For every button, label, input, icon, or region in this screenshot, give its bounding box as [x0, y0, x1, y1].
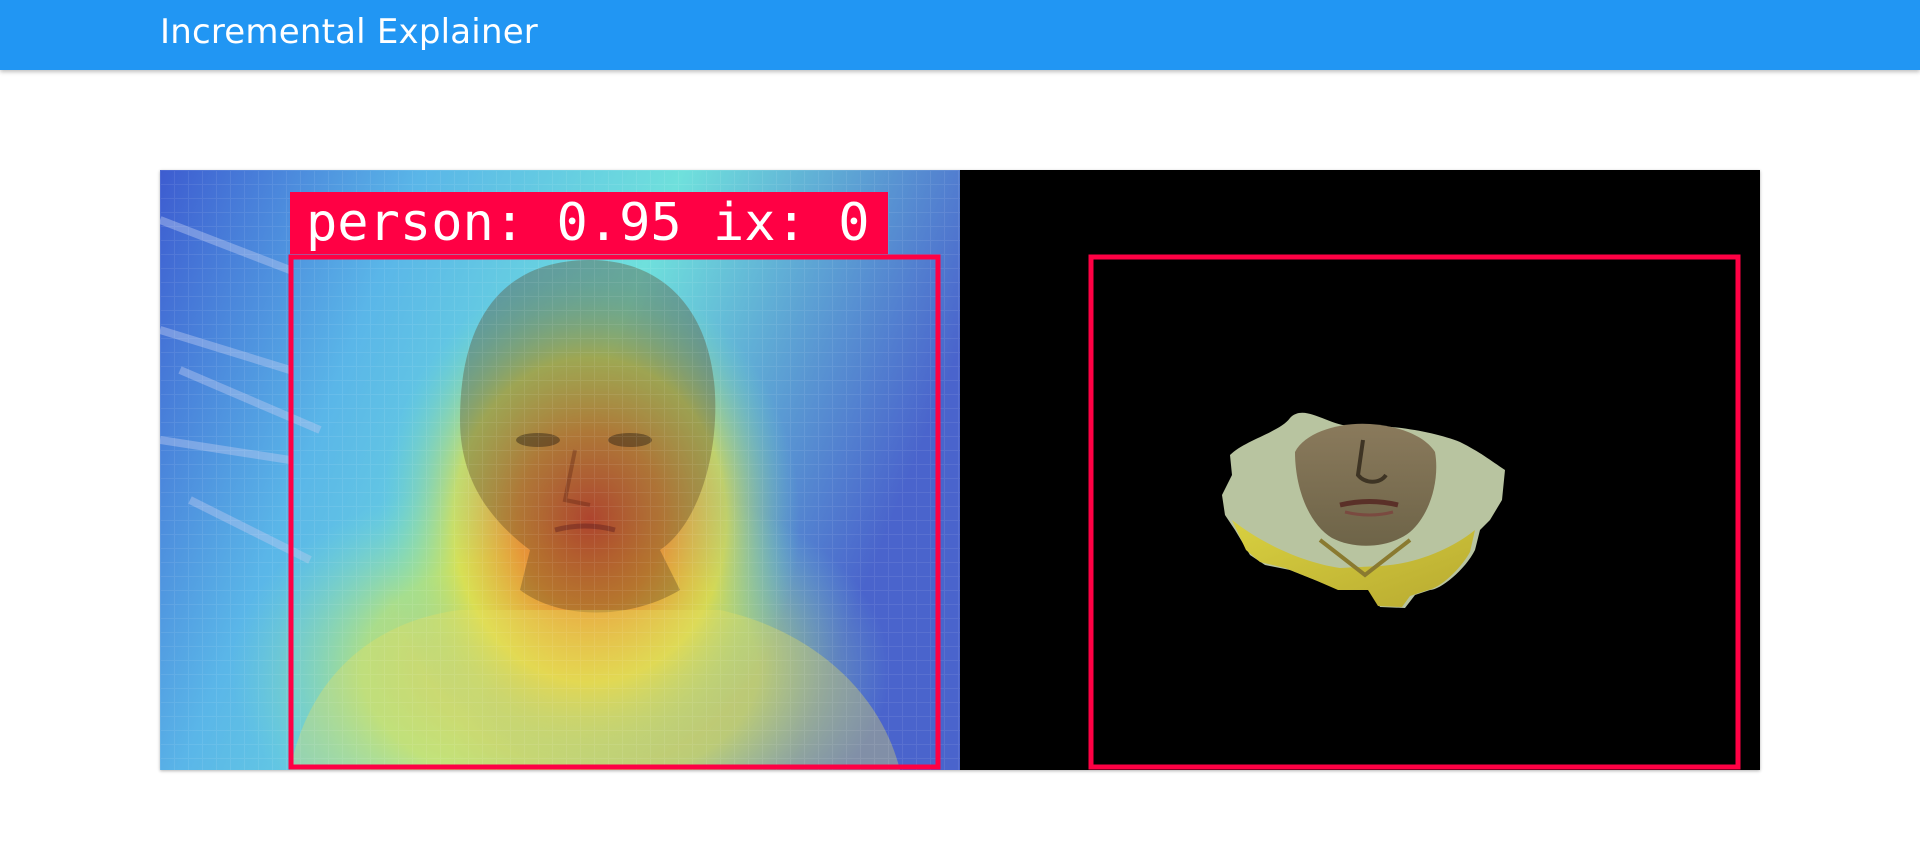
heatmap-overlay: [160, 170, 960, 770]
app-title: Incremental Explainer: [160, 12, 538, 52]
masked-image: [960, 170, 1760, 770]
app-bar: Incremental Explainer: [0, 0, 1920, 70]
explanation-card: person: 0.95 ix: 0: [160, 170, 1760, 770]
heatmap-image: person: 0.95 ix: 0: [160, 170, 960, 770]
detection-label: person: 0.95 ix: 0: [290, 192, 888, 254]
mask-overlay: [1088, 254, 1741, 770]
